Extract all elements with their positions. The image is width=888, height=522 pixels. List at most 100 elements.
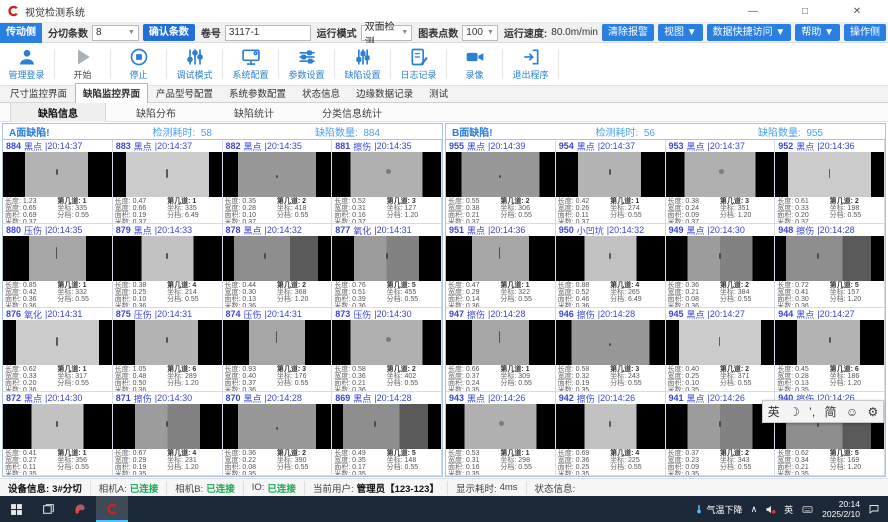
defect-image[interactable] <box>556 236 665 281</box>
taskbar-clock[interactable]: 20:142025/2/10 <box>822 499 860 519</box>
defect-card[interactable]: 881 擦伤 |20:14:35 长度: 0.52 宽度: 0.31 面积: 0… <box>332 140 442 224</box>
defect-image[interactable] <box>446 320 555 365</box>
defect-image[interactable] <box>113 320 222 365</box>
defect-card[interactable]: 949 黑点 |20:14:30 长度: 0.36 宽度: 0.21 面积: 0… <box>666 224 776 308</box>
confirm-count-button[interactable]: 确认条数 <box>143 24 195 41</box>
minimize-button[interactable]: — <box>746 6 760 17</box>
tab-status-info[interactable]: 状态信息 <box>294 83 348 102</box>
defect-image[interactable] <box>775 152 884 197</box>
weather-widget[interactable]: 气温下降 <box>694 503 743 516</box>
taskbar-app-detection-system[interactable] <box>96 496 128 522</box>
system-config-button[interactable]: 系统配置 <box>224 43 277 85</box>
slit-count-select[interactable]: 8▼ <box>92 25 139 41</box>
drive-side-button[interactable]: 传动侧 <box>0 23 42 43</box>
action-center-icon[interactable] <box>868 503 880 515</box>
defect-image[interactable] <box>775 320 884 365</box>
defect-card[interactable]: 877 氧化 |20:14:31 长度: 0.76 宽度: 0.51 面积: 0… <box>332 224 442 308</box>
defect-image[interactable] <box>223 152 332 197</box>
defect-card[interactable]: 944 黑点 |20:14:27 长度: 0.45 宽度: 0.28 面积: 0… <box>775 308 885 392</box>
defect-card[interactable]: 879 黑点 |20:14:33 长度: 0.38 宽度: 0.25 面积: 0… <box>113 224 223 308</box>
exit-program-button[interactable]: 退出程序 <box>504 43 557 85</box>
tray-overflow-chevron[interactable]: ∧ <box>751 504 758 515</box>
close-button[interactable]: ✕ <box>850 6 864 17</box>
task-view-button[interactable] <box>32 496 64 522</box>
tab-product-model-config[interactable]: 产品型号配置 <box>148 83 221 102</box>
defect-image[interactable] <box>332 320 441 365</box>
defect-image[interactable] <box>446 236 555 281</box>
defect-image[interactable] <box>113 152 222 197</box>
defect-card[interactable]: 953 黑点 |20:14:37 长度: 0.38 宽度: 0.24 面积: 0… <box>666 140 776 224</box>
defect-card[interactable]: 942 擦伤 |20:14:26 长度: 0.69 宽度: 0.36 面积: 0… <box>556 392 666 476</box>
defect-card[interactable]: 950 小凹坑 |20:14:32 长度: 0.88 宽度: 0.52 面积: … <box>556 224 666 308</box>
defect-image[interactable] <box>3 152 112 197</box>
defect-card[interactable]: 952 黑点 |20:14:36 长度: 0.61 宽度: 0.33 面积: 0… <box>775 140 885 224</box>
volume-icon[interactable] <box>765 504 776 515</box>
defect-image[interactable] <box>666 320 775 365</box>
defect-card[interactable]: 874 压伤 |20:14:31 长度: 0.93 宽度: 0.40 面积: 0… <box>223 308 333 392</box>
defect-card[interactable]: 955 黑点 |20:14:39 长度: 0.55 宽度: 0.38 面积: 0… <box>446 140 556 224</box>
defect-card[interactable]: 951 黑点 |20:14:36 长度: 0.47 宽度: 0.29 面积: 0… <box>446 224 556 308</box>
defect-card[interactable]: 870 黑点 |20:14:28 长度: 0.36 宽度: 0.22 面积: 0… <box>223 392 333 476</box>
stop-button[interactable]: 停止 <box>112 43 165 85</box>
roll-number-input[interactable]: 3117-1 <box>225 25 311 41</box>
debug-mode-button[interactable]: 调试模式 <box>168 43 221 85</box>
subtab-defect-info[interactable]: 缺陷信息 <box>10 102 106 122</box>
defect-card[interactable]: 941 黑点 |20:14:26 长度: 0.37 宽度: 0.23 面积: 0… <box>666 392 776 476</box>
parameter-settings-button[interactable]: 参数设置 <box>280 43 333 85</box>
defect-image[interactable] <box>446 404 555 449</box>
defect-card[interactable]: 948 擦伤 |20:14:28 长度: 0.72 宽度: 0.41 面积: 0… <box>775 224 885 308</box>
start-menu-button[interactable] <box>0 496 32 522</box>
defect-image[interactable] <box>3 404 112 449</box>
record-video-button[interactable]: 录像 <box>448 43 501 85</box>
ime-emoji-icon[interactable]: ☺ <box>846 405 858 419</box>
defect-image[interactable] <box>775 236 884 281</box>
defect-image[interactable] <box>666 236 775 281</box>
ime-language-indicator[interactable]: 英 <box>784 503 793 516</box>
defect-image[interactable] <box>113 404 222 449</box>
defect-card[interactable]: 878 黑点 |20:14:32 长度: 0.44 宽度: 0.30 面积: 0… <box>223 224 333 308</box>
defect-card[interactable]: 883 黑点 |20:14:37 长度: 0.47 宽度: 0.66 面积: 0… <box>113 140 223 224</box>
defect-image[interactable] <box>223 404 332 449</box>
defect-image[interactable] <box>556 320 665 365</box>
tab-system-param-config[interactable]: 系统参数配置 <box>221 83 294 102</box>
defect-image[interactable] <box>666 152 775 197</box>
run-mode-select[interactable]: 双面检测▼ <box>361 25 413 41</box>
defect-card[interactable]: 882 黑点 |20:14:35 长度: 0.35 宽度: 0.28 面积: 0… <box>223 140 333 224</box>
defect-card[interactable]: 871 擦伤 |20:14:30 长度: 0.67 宽度: 0.29 面积: 0… <box>113 392 223 476</box>
defect-card[interactable]: 875 压伤 |20:14:31 长度: 1.05 宽度: 0.48 面积: 0… <box>113 308 223 392</box>
defect-card[interactable]: 876 氧化 |20:14:31 长度: 0.62 宽度: 0.33 面积: 0… <box>3 308 113 392</box>
tab-defect-monitor[interactable]: 缺陷监控界面 <box>75 83 148 103</box>
clear-alarm-button[interactable]: 清除报警 <box>602 24 654 41</box>
ime-language-toggle[interactable]: 英 <box>768 403 780 420</box>
tab-edge-data-record[interactable]: 边缘数据记录 <box>348 83 421 102</box>
defect-image[interactable] <box>113 236 222 281</box>
chart-points-select[interactable]: 100▼ <box>462 25 498 41</box>
taskbar-app-paint[interactable] <box>64 496 96 522</box>
defect-image[interactable] <box>556 404 665 449</box>
defect-settings-button[interactable]: 缺陷设置 <box>336 43 389 85</box>
ime-charset-toggle[interactable]: 简 <box>825 403 837 420</box>
admin-login-button[interactable]: 管理登录 <box>0 43 53 85</box>
defect-image[interactable] <box>332 404 441 449</box>
ime-settings-icon[interactable]: ⚙ <box>868 405 879 419</box>
defect-image[interactable] <box>446 152 555 197</box>
defect-card[interactable]: 946 擦伤 |20:14:28 长度: 0.58 宽度: 0.32 面积: 0… <box>556 308 666 392</box>
ime-punctuation-toggle[interactable]: ’, <box>809 405 815 419</box>
defect-card[interactable]: 873 压伤 |20:14:30 长度: 0.58 宽度: 0.36 面积: 0… <box>332 308 442 392</box>
defect-card[interactable]: 872 黑点 |20:14:30 长度: 0.41 宽度: 0.27 面积: 0… <box>3 392 113 476</box>
start-button[interactable]: 开始 <box>56 43 109 85</box>
defect-image[interactable] <box>666 404 775 449</box>
data-shortcut-menu-button[interactable]: 数据快捷访问 ▼ <box>707 24 792 41</box>
view-menu-button[interactable]: 视图 ▼ <box>658 24 703 41</box>
maximize-button[interactable]: □ <box>798 6 812 17</box>
operator-side-button[interactable]: 操作侧 <box>844 24 886 41</box>
ime-moon-icon[interactable]: ☽ <box>789 405 800 419</box>
tab-size-monitor[interactable]: 尺寸监控界面 <box>2 83 75 102</box>
defect-image[interactable] <box>332 236 441 281</box>
touch-keyboard-icon[interactable] <box>801 504 814 515</box>
defect-image[interactable] <box>3 320 112 365</box>
defect-image[interactable] <box>223 236 332 281</box>
log-record-button[interactable]: 日志记录 <box>392 43 445 85</box>
defect-image[interactable] <box>332 152 441 197</box>
tab-test[interactable]: 测试 <box>421 83 456 102</box>
